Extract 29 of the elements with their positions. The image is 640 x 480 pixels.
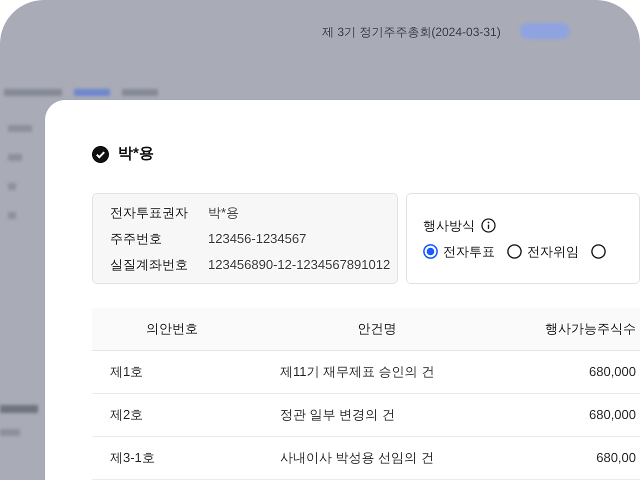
column-header: 행사가능주식수 bbox=[545, 321, 636, 336]
info-value: 박*용 bbox=[208, 204, 240, 222]
page-title: 제 3기 정기주주총회(2024-03-31) bbox=[322, 24, 501, 41]
info-value: 123456890-12-1234567891012 bbox=[208, 256, 390, 274]
radio-button[interactable] bbox=[506, 244, 522, 259]
table-cell: 680,000 bbox=[589, 407, 636, 422]
column-header: 안건명 bbox=[358, 321, 396, 336]
info-value: 123456-1234567 bbox=[208, 230, 306, 248]
info-label: 주주번호 bbox=[110, 230, 163, 248]
blurred-badge bbox=[520, 23, 570, 39]
table-cell: 680,000 bbox=[589, 364, 636, 379]
radio-button[interactable] bbox=[590, 244, 606, 259]
table-cell: 제11기 재무제표 승인의 건 bbox=[280, 364, 434, 379]
column-header: 의안번호 bbox=[146, 321, 198, 336]
table-cell: 680,00 bbox=[596, 450, 636, 465]
radio-button[interactable] bbox=[422, 244, 438, 259]
table-cell: 정관 일부 변경의 건 bbox=[280, 407, 395, 422]
blurred-section-drawing bbox=[0, 405, 38, 436]
method-label: 행사방식 bbox=[422, 217, 475, 235]
info-label: 실질계좌번호 bbox=[110, 256, 189, 274]
table-cell: 제1호 bbox=[110, 364, 144, 379]
table-cell: 제2호 bbox=[110, 407, 144, 422]
table-cell: 제3-1호 bbox=[110, 450, 155, 465]
info-label: 전자투표권자 bbox=[110, 204, 189, 222]
radio-label: 전자위임 bbox=[526, 242, 579, 260]
dialog-title: 박*용 bbox=[118, 144, 154, 164]
table-cell: 사내이사 박성용 선임의 건 bbox=[280, 450, 434, 465]
info-icon bbox=[480, 218, 496, 234]
radio-label: 전자투표 bbox=[442, 242, 495, 260]
